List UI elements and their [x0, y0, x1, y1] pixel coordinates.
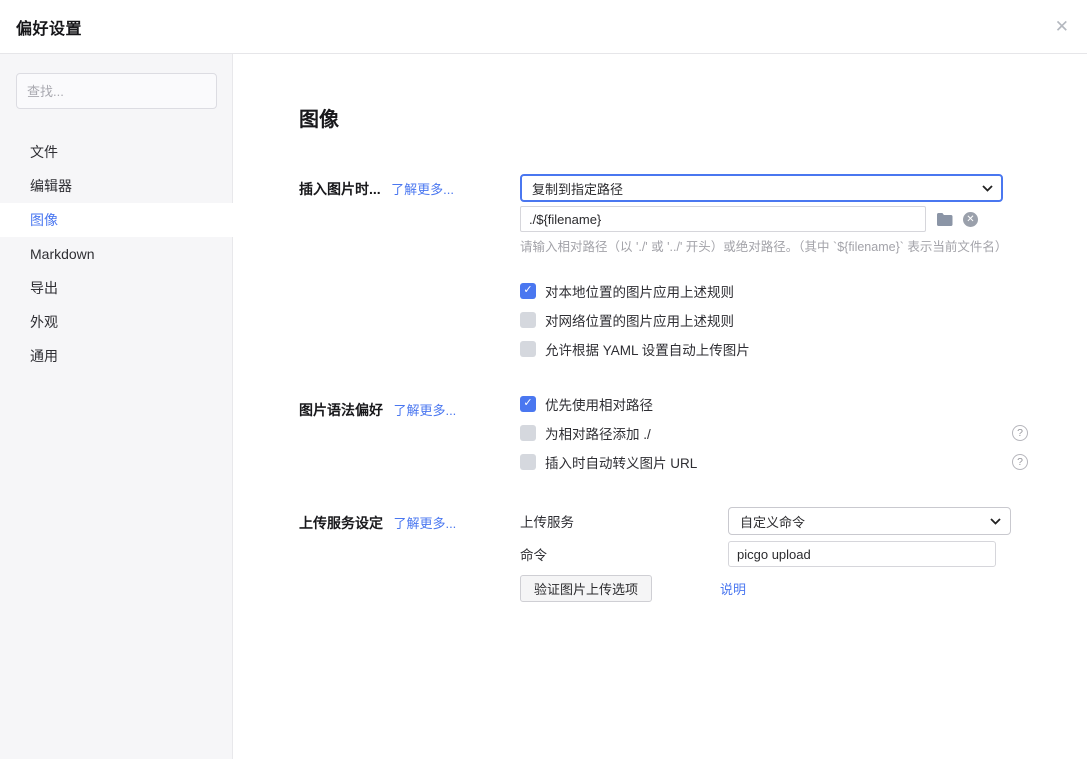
- escape-url-checkbox[interactable]: ✓: [520, 454, 536, 470]
- sidebar: 文件 编辑器 图像 Markdown 导出 外观 通用: [0, 54, 233, 759]
- window-title: 偏好设置: [16, 15, 82, 39]
- upload-help-link[interactable]: 说明: [720, 579, 746, 598]
- insert-image-section: 插入图片时... 了解更多... 复制到指定路径 ✕: [299, 174, 1087, 357]
- sidebar-nav: 文件 编辑器 图像 Markdown 导出 外观 通用: [0, 135, 232, 373]
- insert-action-select-value: 复制到指定路径: [532, 179, 623, 198]
- sidebar-item-general[interactable]: 通用: [0, 339, 232, 373]
- sidebar-item-editor[interactable]: 编辑器: [0, 169, 232, 203]
- apply-local-rule-checkbox[interactable]: ✓: [520, 283, 536, 299]
- prefer-relative-path-row[interactable]: ✓ 优先使用相对路径: [520, 395, 1028, 412]
- upload-service-section: 上传服务设定 了解更多... 上传服务 自定义命令 命令: [299, 508, 1087, 602]
- insert-learn-more-link[interactable]: 了解更多...: [391, 182, 454, 197]
- upload-service-label: 上传服务: [520, 511, 728, 531]
- add-dot-slash-label: 为相对路径添加 ./: [545, 423, 651, 443]
- search-input[interactable]: [16, 73, 217, 109]
- help-icon[interactable]: ?: [1012, 454, 1028, 470]
- command-input[interactable]: [728, 541, 996, 567]
- escape-url-row[interactable]: ✓ 插入时自动转义图片 URL ?: [520, 453, 1028, 470]
- upload-service-row: 上传服务 自定义命令: [520, 508, 1011, 534]
- validate-upload-button[interactable]: 验证图片上传选项: [520, 575, 652, 602]
- validate-row: 验证图片上传选项 说明: [520, 575, 1011, 602]
- sidebar-item-export[interactable]: 导出: [0, 271, 232, 305]
- image-settings-panel: 图像 插入图片时... 了解更多... 复制到指定路径: [233, 54, 1087, 759]
- upload-learn-more-link[interactable]: 了解更多...: [393, 516, 456, 531]
- prefer-relative-path-label: 优先使用相对路径: [545, 394, 653, 414]
- apply-local-rule-row[interactable]: ✓ 对本地位置的图片应用上述规则: [520, 282, 1007, 299]
- help-icon[interactable]: ?: [1012, 425, 1028, 441]
- sidebar-item-markdown[interactable]: Markdown: [0, 237, 232, 271]
- chevron-down-icon: [990, 518, 1001, 525]
- apply-network-rule-checkbox[interactable]: ✓: [520, 312, 536, 328]
- folder-browse-icon[interactable]: [936, 212, 953, 226]
- apply-network-rule-row[interactable]: ✓ 对网络位置的图片应用上述规则: [520, 311, 1007, 328]
- syntax-learn-more-link[interactable]: 了解更多...: [393, 403, 456, 418]
- add-dot-slash-row[interactable]: ✓ 为相对路径添加 ./ ?: [520, 424, 1028, 441]
- add-dot-slash-checkbox[interactable]: ✓: [520, 425, 536, 441]
- prefer-relative-path-checkbox[interactable]: ✓: [520, 396, 536, 412]
- yaml-auto-upload-row[interactable]: ✓ 允许根据 YAML 设置自动上传图片: [520, 340, 1007, 357]
- path-hint-text: 请输入相对路径（以 './' 或 '../' 开头）或绝对路径。（其中 `${f…: [520, 239, 1007, 256]
- upload-service-select[interactable]: 自定义命令: [728, 507, 1011, 535]
- sidebar-item-appearance[interactable]: 外观: [0, 305, 232, 339]
- apply-network-rule-label: 对网络位置的图片应用上述规则: [545, 310, 734, 330]
- close-icon[interactable]: ✕: [1055, 18, 1069, 35]
- insert-action-select[interactable]: 复制到指定路径: [520, 174, 1003, 202]
- syntax-section-label: 图片语法偏好: [299, 402, 383, 418]
- sidebar-item-image[interactable]: 图像: [0, 203, 233, 237]
- clear-path-icon[interactable]: ✕: [963, 212, 978, 227]
- page-title: 图像: [299, 106, 1087, 134]
- command-row: 命令: [520, 541, 1011, 567]
- yaml-auto-upload-checkbox[interactable]: ✓: [520, 341, 536, 357]
- upload-service-select-value: 自定义命令: [740, 512, 805, 531]
- command-label: 命令: [520, 544, 728, 564]
- sidebar-item-file[interactable]: 文件: [0, 135, 232, 169]
- yaml-auto-upload-label: 允许根据 YAML 设置自动上传图片: [545, 339, 750, 359]
- titlebar: 偏好设置 ✕: [0, 0, 1087, 54]
- chevron-down-icon: [982, 185, 993, 192]
- apply-local-rule-label: 对本地位置的图片应用上述规则: [545, 281, 734, 301]
- insert-section-label: 插入图片时...: [299, 181, 381, 197]
- copy-path-input[interactable]: [520, 206, 926, 232]
- insert-checkbox-group: ✓ 对本地位置的图片应用上述规则 ✓ 对网络位置的图片应用上述规则 ✓ 允许根据…: [520, 282, 1007, 357]
- image-syntax-section: 图片语法偏好 了解更多... ✓ 优先使用相对路径 ✓ 为相对路径添加 ./ ?…: [299, 395, 1087, 470]
- escape-url-label: 插入时自动转义图片 URL: [545, 452, 697, 472]
- upload-section-label: 上传服务设定: [299, 515, 383, 531]
